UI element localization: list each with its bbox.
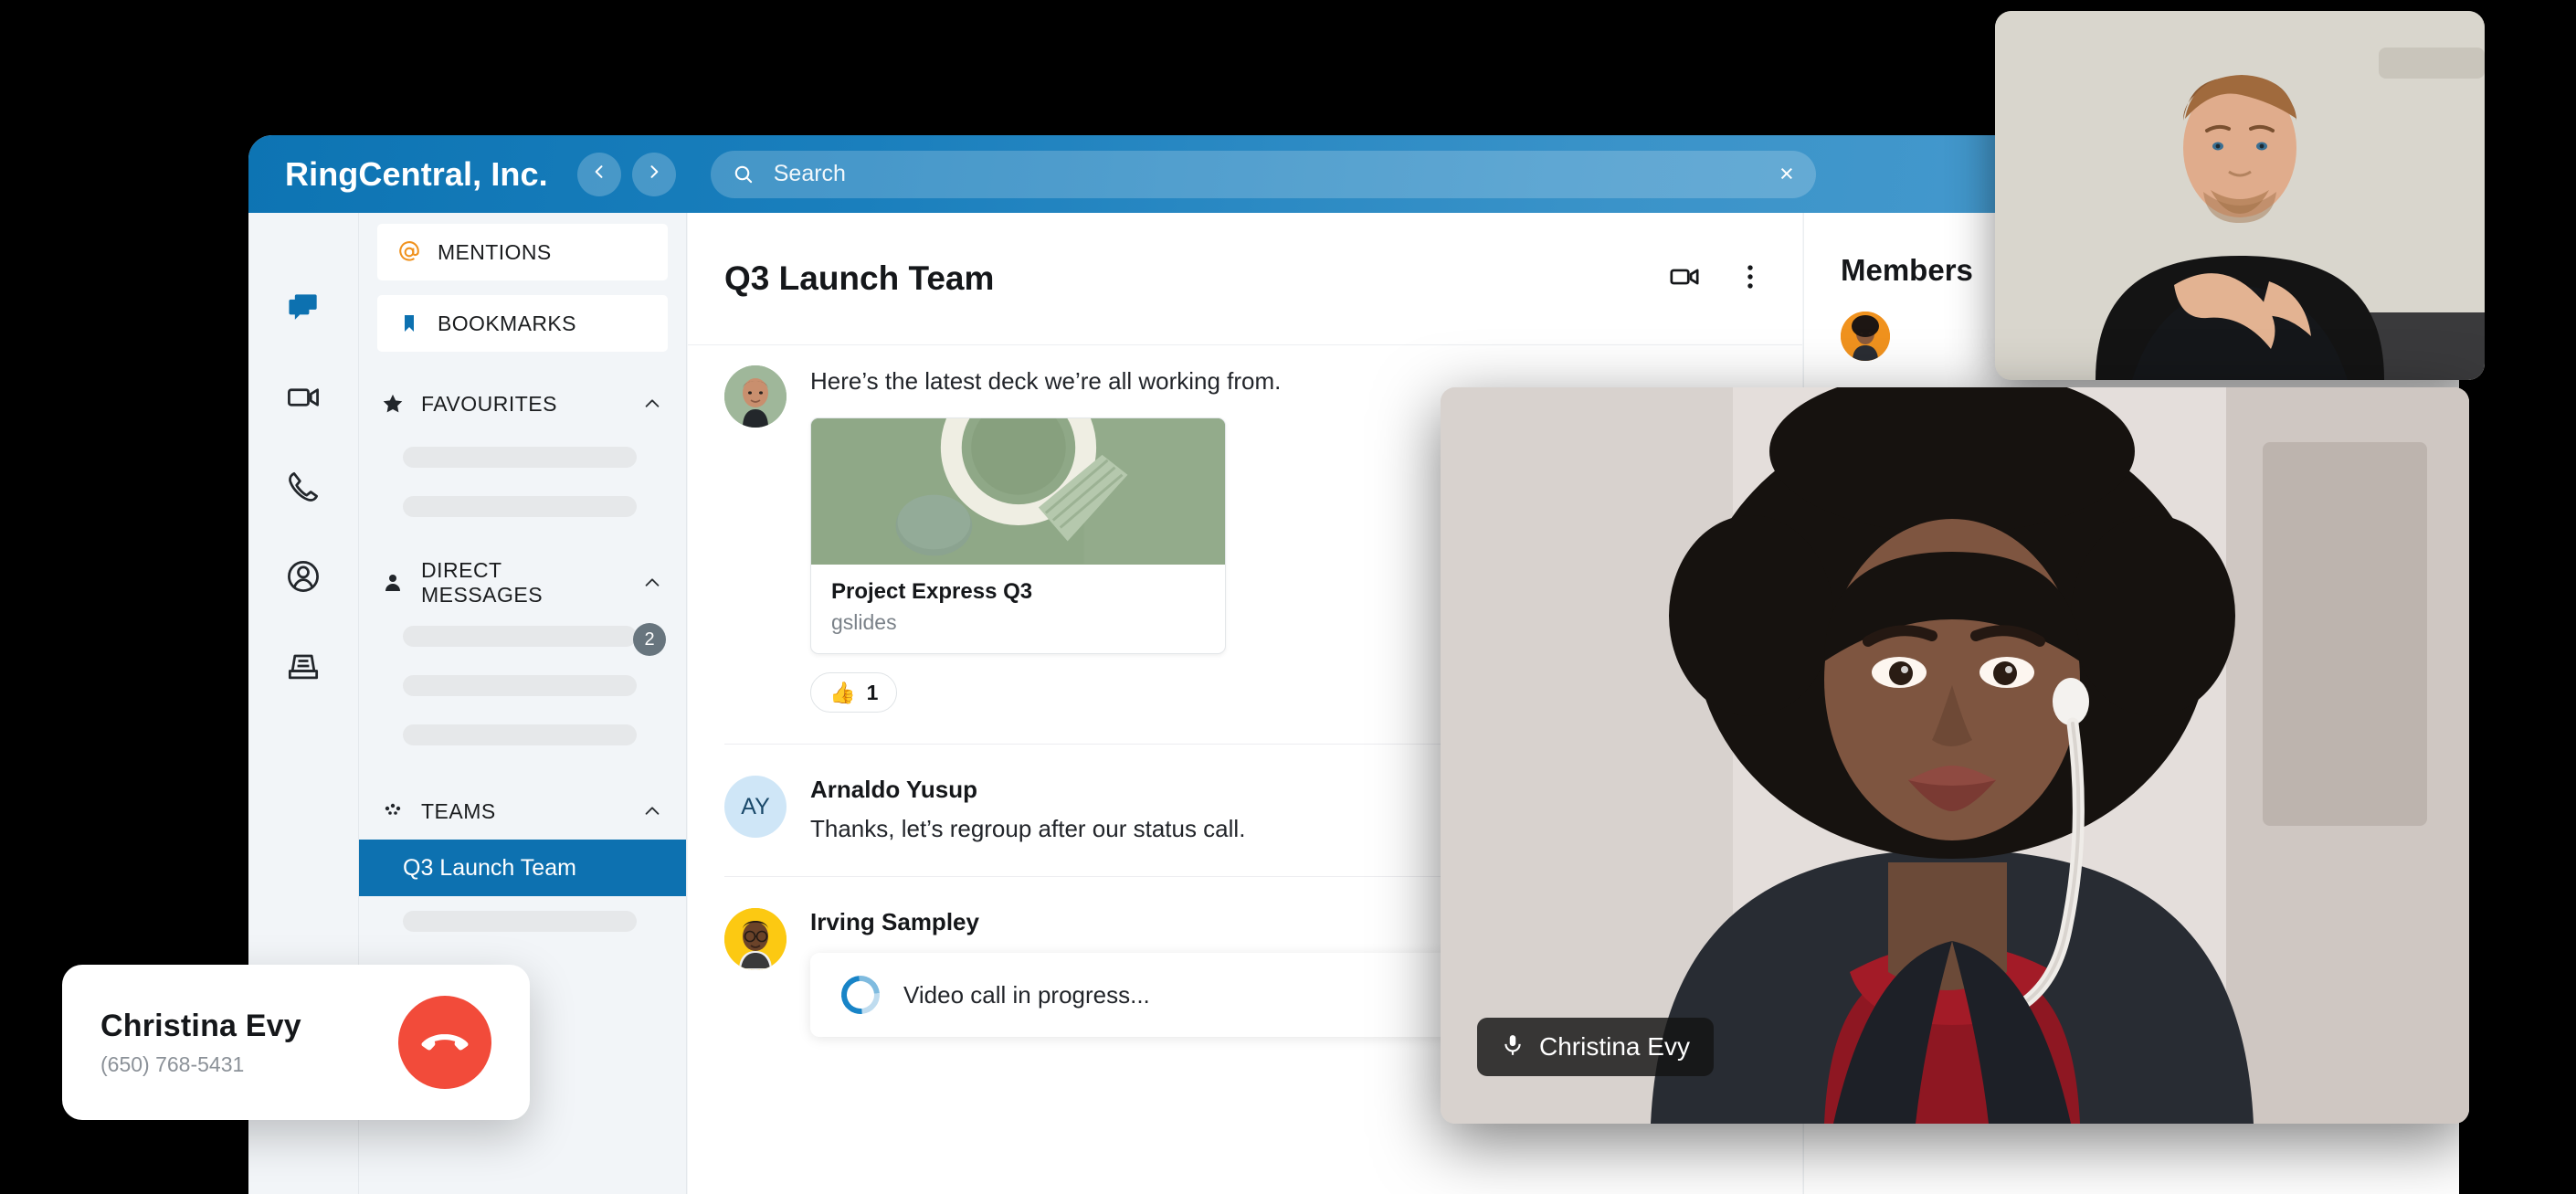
sidebar-section-favourites-label: FAVOURITES — [421, 391, 557, 416]
list-item[interactable] — [359, 481, 686, 531]
brand-title: RingCentral, Inc. — [285, 154, 548, 193]
avatar[interactable] — [724, 908, 787, 971]
attachment-thumbnail — [811, 418, 1225, 565]
sidebar-section-favourites[interactable]: FAVOURITES — [359, 375, 686, 432]
message-icon — [283, 288, 323, 333]
at-icon — [397, 240, 421, 264]
video-call-status-card[interactable]: Video call in progress... — [810, 953, 1450, 1038]
sidebar-item-q3-launch-team[interactable]: Q3 Launch Team — [359, 840, 686, 896]
sidebar-item-contacts[interactable] — [281, 556, 325, 600]
chevron-up-icon[interactable] — [642, 573, 662, 593]
sidebar-item-fax[interactable] — [281, 646, 325, 690]
chevron-up-icon[interactable] — [642, 394, 662, 414]
active-speaker-badge: Christina Evy — [1477, 1018, 1714, 1076]
avatar[interactable] — [1841, 312, 1890, 361]
sidebar-item-message[interactable] — [281, 288, 325, 332]
list-item[interactable] — [359, 432, 686, 481]
avatar-initials: AY — [741, 793, 770, 819]
active-speaker-name: Christina Evy — [1539, 1032, 1690, 1061]
sidebar-section-teams-label: TEAMS — [421, 798, 496, 823]
nav-buttons — [576, 152, 676, 196]
avatar[interactable] — [724, 365, 787, 428]
call-info: Christina Evy (650) 768-5431 — [100, 1009, 398, 1077]
conversation-header: Q3 Launch Team — [688, 213, 1802, 345]
video-camera-icon[interactable] — [1669, 261, 1700, 297]
more-vertical-icon[interactable] — [1735, 261, 1766, 297]
video-tile-active-speaker[interactable]: Christina Evy — [1441, 387, 2469, 1124]
sidebar-item-video[interactable] — [281, 377, 325, 421]
chevron-up-icon[interactable] — [642, 801, 662, 821]
video-call-status-text: Video call in progress... — [903, 980, 1150, 1009]
contacts-icon — [283, 556, 323, 601]
back-button[interactable] — [576, 152, 621, 196]
chevron-right-icon — [645, 163, 663, 185]
sidebar-section-teams[interactable]: TEAMS — [359, 783, 686, 840]
person-icon — [381, 572, 405, 594]
caller-name: Christina Evy — [100, 1008, 301, 1043]
attachment-card[interactable]: Project Express Q3 gslides — [810, 417, 1226, 655]
loading-spinner-icon — [833, 967, 888, 1022]
sidebar-item-phone[interactable] — [281, 467, 325, 511]
fax-icon — [283, 646, 323, 691]
list-item[interactable]: 2 — [359, 611, 686, 660]
close-icon[interactable]: × — [1779, 162, 1794, 186]
page-title: Q3 Launch Team — [724, 259, 995, 297]
video-icon — [283, 377, 323, 422]
hangup-button[interactable] — [398, 996, 491, 1089]
caller-number: (650) 768-5431 — [100, 1051, 245, 1076]
sidebar-item-q3-launch-team-label: Q3 Launch Team — [403, 854, 576, 881]
list-item[interactable] — [359, 710, 686, 759]
sidebar-item-mentions[interactable]: MENTIONS — [377, 224, 668, 280]
conversation-actions — [1669, 261, 1766, 297]
list-item[interactable] — [359, 896, 686, 946]
chevron-left-icon — [590, 163, 608, 185]
screenshot-stage: RingCentral, Inc. Search × MENTIONS BOOK… — [0, 0, 2576, 1194]
status-badge: 2 — [633, 623, 666, 656]
attachment-meta: Project Express Q3 gslides — [811, 565, 1225, 653]
attachment-type: gslides — [831, 610, 897, 635]
thumbs-up-icon: 👍 — [829, 680, 856, 704]
teams-icon — [381, 800, 405, 822]
search-input[interactable]: Search — [774, 161, 1759, 187]
bookmark-icon — [397, 312, 421, 334]
search-icon — [733, 164, 754, 185]
sidebar-item-bookmarks[interactable]: BOOKMARKS — [377, 295, 668, 352]
list-item[interactable] — [359, 660, 686, 710]
active-call-card: Christina Evy (650) 768-5431 — [62, 965, 530, 1120]
sidebar-item-mentions-label: MENTIONS — [438, 239, 552, 264]
star-icon — [381, 392, 405, 416]
hangup-phone-icon — [419, 1015, 470, 1071]
sidebar-section-direct-messages[interactable]: DIRECT MESSAGES — [359, 555, 686, 611]
sidebar-section-direct-messages-label: DIRECT MESSAGES — [421, 558, 544, 607]
reaction-chip[interactable]: 👍 1 — [810, 672, 898, 713]
phone-icon — [283, 467, 323, 512]
avatar[interactable]: AY — [724, 776, 787, 839]
sidebar-item-bookmarks-label: BOOKMARKS — [438, 311, 576, 335]
forward-button[interactable] — [631, 152, 676, 196]
microphone-icon — [1501, 1033, 1525, 1062]
attachment-name: Project Express Q3 — [831, 579, 1033, 605]
reaction-count: 1 — [866, 680, 879, 704]
video-tile-participant[interactable] — [1995, 11, 2485, 380]
search-bar[interactable]: Search × — [710, 150, 1816, 198]
